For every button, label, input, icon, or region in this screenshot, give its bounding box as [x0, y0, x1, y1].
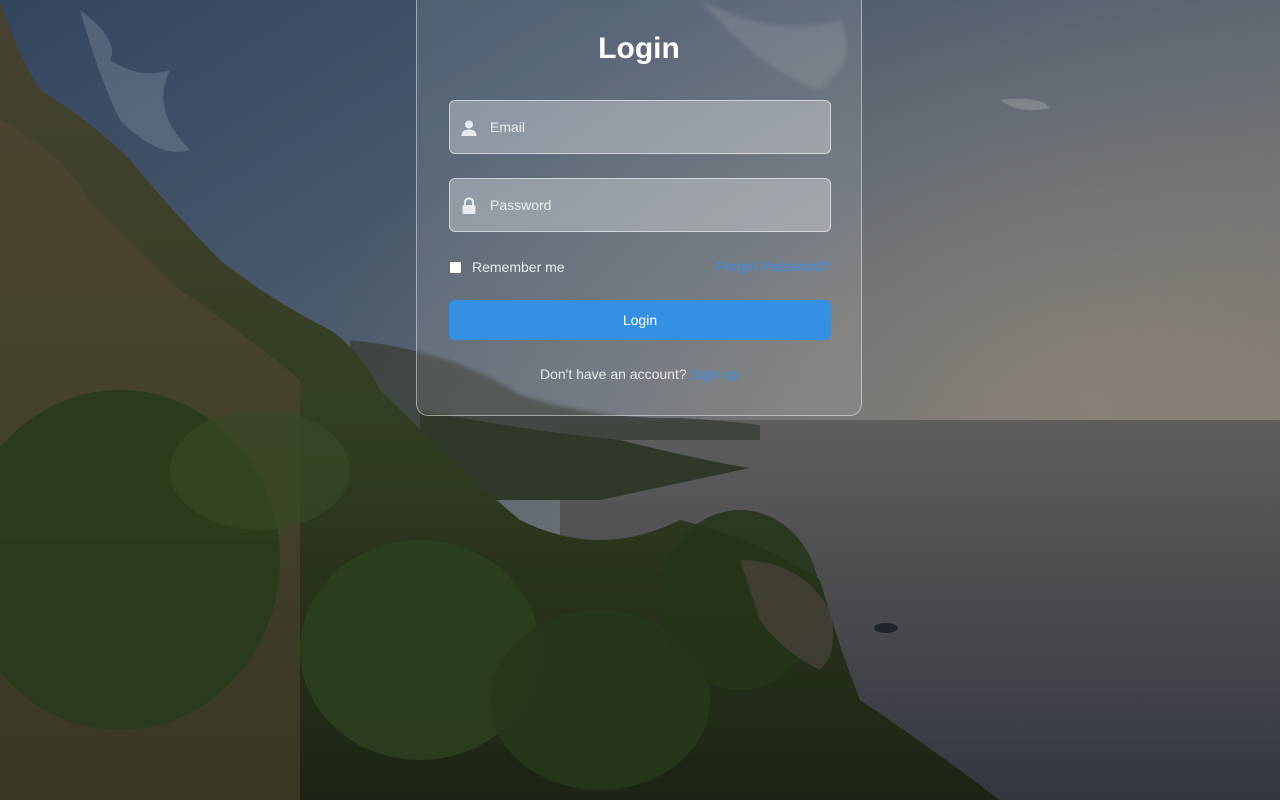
login-button[interactable]: Login — [449, 300, 831, 340]
sign-up-link[interactable]: Sign up — [691, 366, 738, 382]
remember-me-checkbox[interactable] — [449, 260, 462, 274]
login-card: Login Remember me Forgot Password? Login… — [416, 0, 862, 416]
forgot-password-link[interactable]: Forgot Password? — [716, 258, 830, 274]
login-title: Login — [598, 32, 680, 65]
password-input[interactable] — [490, 179, 820, 231]
no-account-text: Don't have an account? — [539, 366, 687, 382]
lock-icon — [462, 197, 476, 214]
email-field[interactable] — [449, 100, 831, 154]
password-field[interactable] — [449, 178, 831, 232]
remember-me-label: Remember me — [472, 259, 565, 275]
email-input[interactable] — [490, 101, 820, 153]
signup-prompt: Don't have an account? Sign up — [417, 366, 861, 382]
remember-me-option[interactable]: Remember me — [449, 258, 565, 276]
user-icon — [461, 120, 477, 136]
